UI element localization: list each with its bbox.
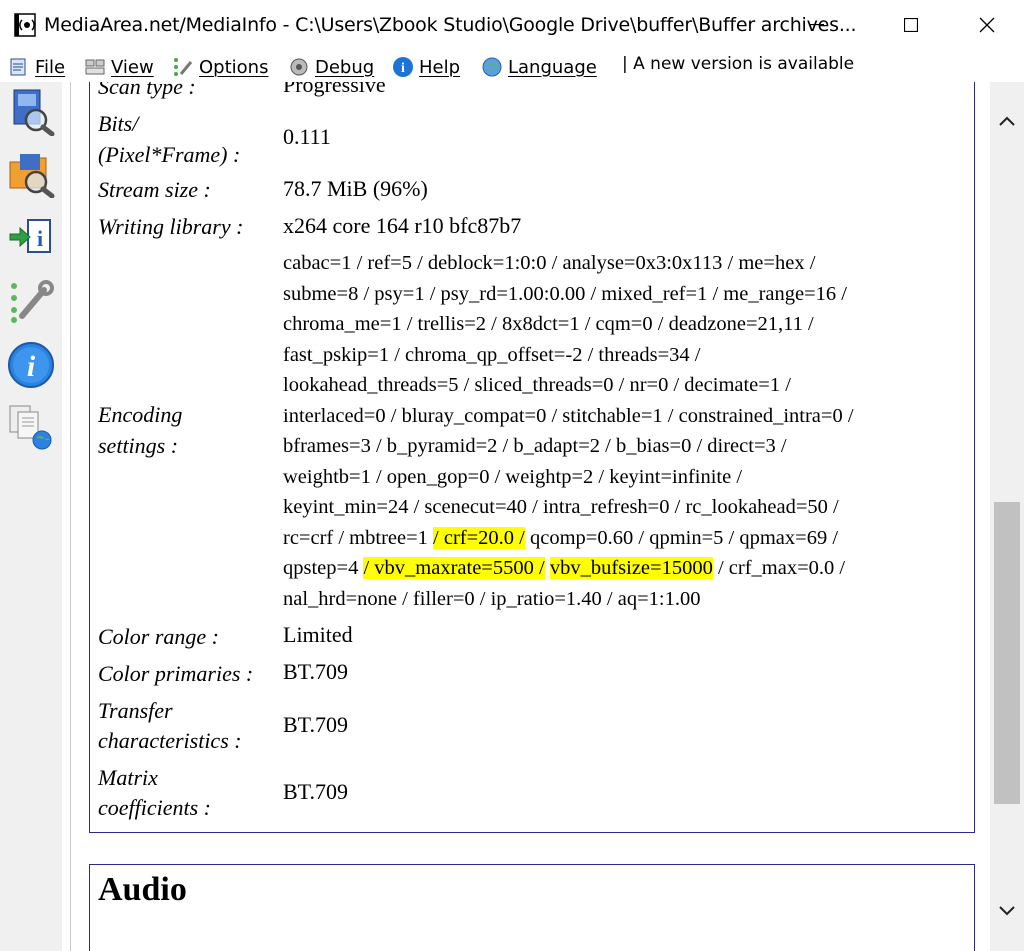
writing-library-value: x264 core 164 r10 bfc87b7 [283, 213, 522, 238]
maximize-button[interactable] [888, 0, 934, 50]
minimize-icon [810, 24, 824, 26]
svg-text:i: i [37, 226, 43, 251]
preferences-icon[interactable] [6, 276, 56, 326]
bits-value: 0.111 [283, 124, 331, 149]
info-content: Scan type : Progressive Bits/ (Pixel*Fra… [70, 82, 991, 951]
menu-language-label: Language [508, 56, 597, 78]
menu-help[interactable]: i Help [392, 54, 460, 80]
menu-view-label: View [111, 56, 154, 78]
encoding-line: nal_hrd=none / filler=0 / ip_ratio=1.40 … [283, 587, 701, 610]
menu-options[interactable]: Options [172, 54, 268, 80]
scroll-down-button[interactable] [990, 894, 1024, 928]
open-file-icon[interactable] [6, 86, 56, 136]
chevron-down-icon [999, 906, 1015, 916]
video-section: Scan type : Progressive Bits/ (Pixel*Fra… [89, 82, 975, 833]
encoding-text: / crf_max=0.0 / [712, 557, 846, 579]
stream-size-value: 78.7 MiB (96%) [283, 176, 428, 201]
menu-language[interactable]: Language [481, 54, 597, 80]
maximize-icon [904, 18, 918, 32]
encoding-settings-label-line1: Encoding [98, 402, 183, 427]
globe-icon [482, 57, 502, 77]
encoding-line-crf: rc=crf / mbtree=1 / crf=20.0 / qcomp=0.6… [283, 523, 973, 554]
help-menu-icon: i [393, 57, 413, 77]
about-icon[interactable]: i [6, 340, 56, 390]
menu-view[interactable]: View [84, 54, 154, 80]
menu-file[interactable]: File [8, 54, 65, 80]
close-icon [979, 17, 995, 33]
encoding-line: keyint_min=24 / scenecut=40 / intra_refr… [283, 496, 839, 518]
encoding-line: bframes=3 / b_pyramid=2 / b_adapt=2 / b_… [283, 435, 787, 457]
transfer-label-line2: characteristics : [98, 728, 242, 753]
open-folder-icon[interactable] [6, 148, 56, 198]
svg-text:i: i [27, 350, 36, 383]
menu-file-label: File [35, 56, 66, 78]
options-menu-icon [174, 58, 193, 76]
encoding-text: qcomp=0.60 / qpmin=5 / qpmax=69 / [524, 526, 839, 549]
scroll-up-button[interactable] [990, 104, 1024, 138]
menu-debug-label: Debug [315, 56, 375, 78]
svg-text:i: i [401, 61, 405, 76]
encoding-line: cabac=1 / ref=5 / deblock=1:0:0 / analys… [283, 252, 816, 274]
encoding-line-vbv: qpstep=4 / vbv_maxrate=5500 / vbv_bufsiz… [283, 553, 973, 584]
minimize-button[interactable] [794, 0, 840, 50]
mediainfo-app-icon [14, 13, 36, 37]
highlight-vbv-bufsize: vbv_bufsize=15000 [549, 557, 713, 579]
audio-heading: Audio [98, 871, 187, 908]
view-menu-icon [85, 59, 105, 75]
encoding-line: weightb=1 / open_gop=0 / weightp=2 / key… [283, 465, 743, 488]
matrix-value: BT.709 [283, 779, 348, 804]
scrollbar-thumb[interactable] [994, 502, 1020, 804]
color-primaries-value: BT.709 [283, 659, 348, 684]
left-toolbar: i i [0, 82, 62, 951]
writing-library-label: Writing library : [98, 214, 244, 239]
highlight-vbv-maxrate: / vbv_maxrate=5500 / [363, 557, 545, 579]
transfer-value: BT.709 [283, 712, 348, 737]
bits-label-line1: Bits/ [98, 111, 139, 136]
window-title: MediaArea.net/MediaInfo - C:\Users\Zbook… [44, 14, 857, 36]
bits-label-line2: (Pixel*Frame) : [98, 142, 241, 167]
new-version-link[interactable]: | A new version is available [622, 54, 854, 74]
encoding-line: subme=8 / psy=1 / psy_rd=1.00:0.00 / mix… [283, 282, 847, 305]
encoding-text: rc=crf / mbtree=1 [283, 526, 434, 549]
scan-type-value: Progressive [283, 82, 386, 97]
transfer-label-line1: Transfer [98, 698, 173, 723]
menu-help-label: Help [419, 56, 461, 78]
encoding-settings-value: cabac=1 / ref=5 / deblock=1:0:0 / analys… [283, 248, 973, 614]
color-range-value: Limited [283, 622, 353, 647]
web-sheets-icon[interactable] [6, 402, 56, 452]
file-menu-icon [10, 58, 26, 76]
menu-bar: File View Options Debug i Help Language [0, 52, 1024, 82]
menu-options-label: Options [199, 56, 269, 78]
encoding-line: lookahead_threads=5 / sliced_threads=0 /… [283, 374, 791, 396]
encoding-line: chroma_me=1 / trellis=2 / 8x8dct=1 / cqm… [283, 313, 814, 335]
export-icon[interactable]: i [6, 212, 56, 262]
debug-menu-icon [290, 58, 308, 76]
chevron-up-icon [999, 116, 1015, 126]
highlight-crf: / crf=20.0 / [433, 526, 525, 549]
close-button[interactable] [964, 0, 1010, 50]
color-primaries-label: Color primaries : [98, 661, 254, 686]
matrix-label-line1: Matrix [98, 765, 158, 790]
encoding-line: fast_pskip=1 / chroma_qp_offset=-2 / thr… [283, 343, 701, 366]
audio-section: Audio [89, 864, 975, 951]
encoding-text: qpstep=4 [283, 557, 364, 579]
color-range-label: Color range : [98, 624, 219, 649]
title-bar: MediaArea.net/MediaInfo - C:\Users\Zbook… [0, 0, 1024, 52]
matrix-label-line2: coefficients : [98, 795, 212, 820]
encoding-line: interlaced=0 / bluray_compat=0 / stitcha… [283, 404, 854, 427]
vertical-scrollbar[interactable] [990, 82, 1024, 951]
menu-debug[interactable]: Debug [288, 54, 374, 80]
encoding-settings-label-line2: settings : [98, 433, 179, 458]
stream-size-label: Stream size : [98, 177, 211, 202]
scan-type-label: Scan type : [98, 82, 196, 99]
